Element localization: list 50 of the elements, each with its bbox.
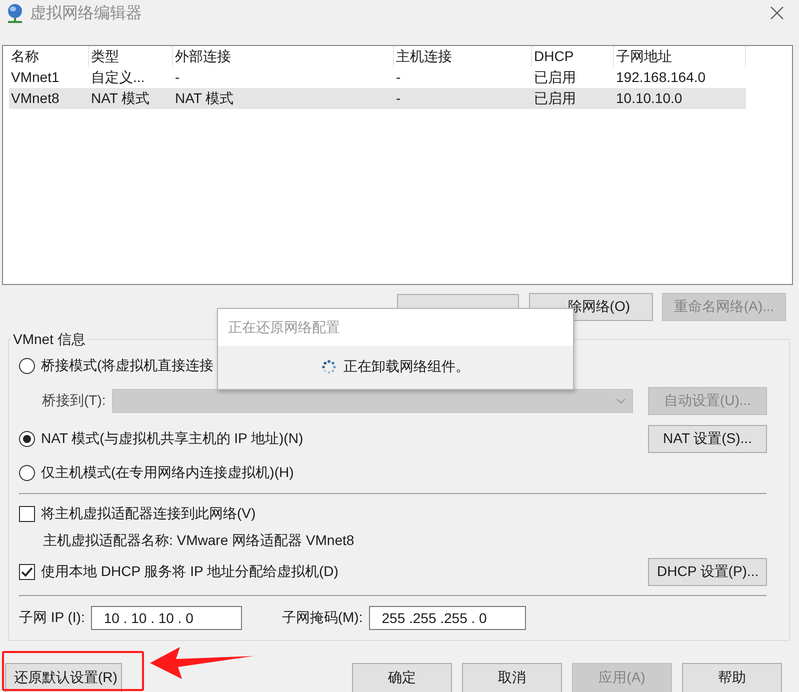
table-row[interactable]: VMnet1 自定义... - - 已启用 192.168.164.0 bbox=[3, 67, 792, 88]
checkbox[interactable] bbox=[19, 564, 35, 580]
checkbox-label: 使用本地 DHCP 服务将 IP 地址分配给虚拟机(D) bbox=[41, 563, 338, 581]
radio-button[interactable] bbox=[19, 431, 35, 447]
radio-label: 仅主机模式(在专用网络内连接虚拟机)(H) bbox=[41, 464, 294, 482]
table-cell-text: 自定义... bbox=[90, 68, 146, 87]
window-title: 虚拟网络编辑器 bbox=[30, 4, 143, 24]
column-header[interactable]: 名称 bbox=[9, 46, 89, 67]
table-cell-text: - bbox=[174, 68, 181, 87]
radio-label: NAT 模式(与虚拟机共享主机的 IP 地址)(N) bbox=[41, 430, 304, 448]
globe-icon bbox=[6, 3, 24, 23]
subnet-ip-field[interactable]: 10 . 10 . 10 . 0 bbox=[90, 606, 242, 630]
radio-button[interactable] bbox=[19, 358, 35, 374]
close-icon[interactable] bbox=[769, 5, 785, 21]
table-cell: NAT 模式 bbox=[89, 88, 173, 109]
subnet-mask-field[interactable]: 255 .255 .255 . 0 bbox=[368, 606, 526, 630]
table-row[interactable]: VMnet8 NAT 模式 NAT 模式 - 已启用 10.10.10.0 bbox=[3, 88, 792, 109]
column-header[interactable]: 外部连接 bbox=[173, 46, 394, 67]
checkbox-label: 将主机虚拟适配器连接到此网络(V) bbox=[41, 505, 256, 523]
dialog-button[interactable]: 帮助 bbox=[682, 663, 782, 692]
dialog-button[interactable]: 确定 bbox=[352, 663, 452, 692]
table-cell: NAT 模式 bbox=[173, 88, 394, 109]
bridge-label: 桥接到(T): bbox=[42, 392, 106, 410]
subnet-mask-label: 子网掩码(M): bbox=[282, 609, 363, 627]
table-cell: - bbox=[394, 88, 532, 109]
column-header[interactable]: 类型 bbox=[89, 46, 173, 67]
checkbox[interactable] bbox=[19, 506, 35, 522]
group-title: VMnet 信息 bbox=[11, 331, 88, 349]
table-cell-text: VMnet1 bbox=[10, 68, 60, 87]
reset-defaults-button[interactable]: 还原默认设置(R) bbox=[5, 663, 122, 692]
table-cell-text: - bbox=[395, 68, 402, 87]
chevron-down-icon bbox=[616, 398, 626, 404]
adapter-name-text: 主机虚拟适配器名称: VMware 网络适配器 VMnet8 bbox=[43, 532, 354, 550]
column-header[interactable]: DHCP bbox=[532, 46, 614, 67]
table-cell-text: 192.168.164.0 bbox=[615, 68, 707, 87]
subnet-ip-label: 子网 IP (I): bbox=[19, 609, 85, 627]
spinner-icon bbox=[322, 360, 336, 374]
dialog-title: 正在还原网络配置 bbox=[218, 309, 573, 346]
dialog-button[interactable]: 取消 bbox=[462, 663, 562, 692]
table-cell: 已启用 bbox=[532, 88, 614, 109]
column-header[interactable]: 子网地址 bbox=[614, 46, 746, 67]
dhcp-settings-button[interactable]: DHCP 设置(P)... bbox=[648, 558, 767, 586]
table-cell: 10.10.10.0 bbox=[614, 88, 746, 109]
column-header[interactable]: 主机连接 bbox=[394, 46, 532, 67]
radio-button[interactable] bbox=[19, 465, 35, 481]
progress-message: 正在卸载网络组件。 bbox=[344, 358, 470, 376]
radio-label: 桥接模式(将虚拟机直接连接 bbox=[41, 357, 214, 375]
nat-settings-button[interactable]: NAT 设置(S)... bbox=[648, 425, 767, 453]
table-cell-text: 已启用 bbox=[533, 68, 577, 87]
table-cell: VMnet8 bbox=[9, 88, 89, 109]
